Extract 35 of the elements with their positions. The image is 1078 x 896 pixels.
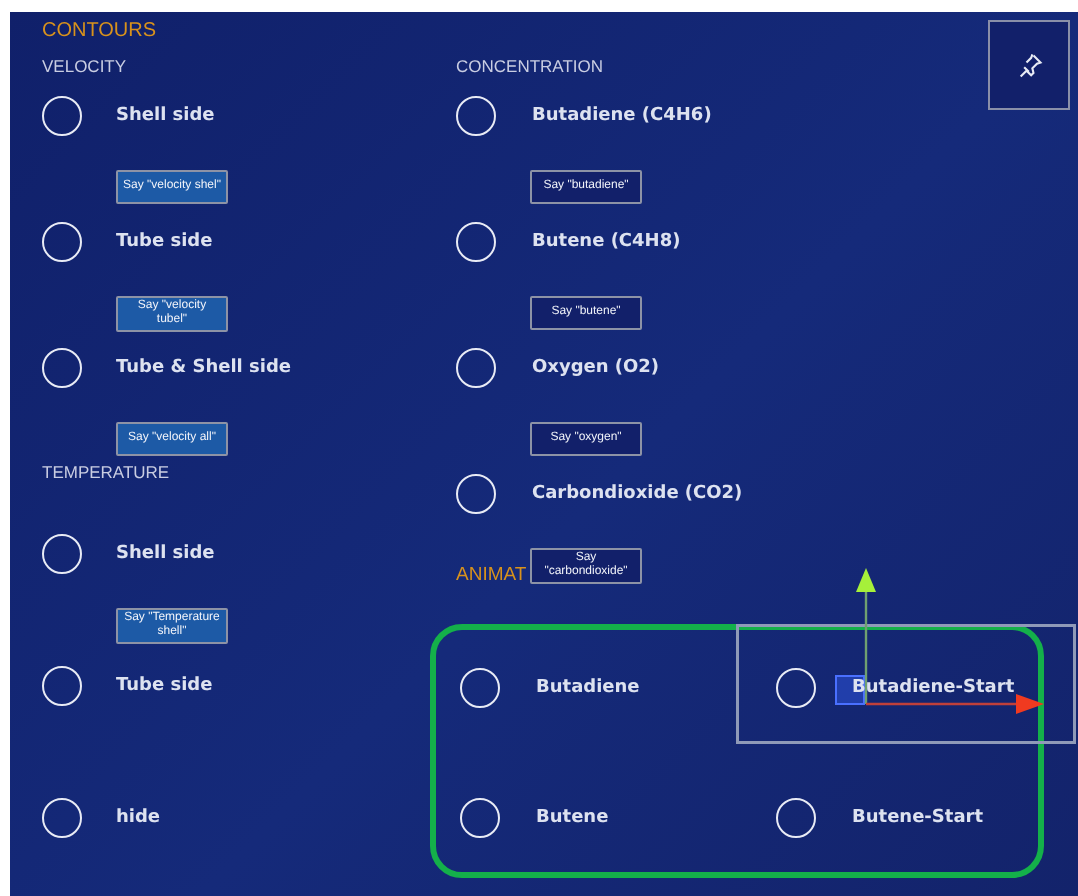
option-label: Butene-Start	[852, 808, 984, 828]
radio-button[interactable]	[42, 222, 82, 262]
option-label: Butadiene	[536, 678, 640, 698]
radio-button[interactable]	[42, 798, 82, 838]
radio-button[interactable]	[42, 534, 82, 574]
radio-button[interactable]	[776, 798, 816, 838]
radio-button[interactable]	[42, 666, 82, 706]
option-label: Oxygen (O2)	[532, 358, 660, 378]
radio-button[interactable]	[776, 668, 816, 708]
option-label: Butene	[536, 808, 609, 828]
radio-button[interactable]	[460, 798, 500, 838]
radio-button[interactable]	[42, 348, 82, 388]
radio-button[interactable]	[42, 96, 82, 136]
radio-button[interactable]	[456, 348, 496, 388]
radio-button[interactable]	[460, 668, 500, 708]
option-label: hide	[116, 808, 161, 828]
group-header: TEMPERATURE	[42, 462, 170, 482]
radio-button[interactable]	[456, 474, 496, 514]
option-label: Butene (C4H8)	[532, 232, 681, 252]
option-label: Shell side	[116, 544, 215, 564]
option-label: Shell side	[116, 106, 215, 126]
option-label: Tube side	[116, 676, 213, 696]
section-title: CONTOURS	[42, 20, 159, 44]
option-label: Tube side	[116, 232, 213, 252]
group-header: CONCENTRATION	[456, 56, 604, 76]
move-gizmo-drawing[interactable]	[736, 568, 1076, 744]
option-label: Tube & Shell side	[116, 358, 292, 378]
option-label: Carbondioxide (CO2)	[532, 484, 743, 504]
group-header: VELOCITY	[42, 56, 127, 76]
pin-button[interactable]	[988, 20, 1070, 110]
radio-button[interactable]	[456, 222, 496, 262]
section-title: ANIMAT	[456, 566, 527, 586]
option-label: Butadiene (C4H6)	[532, 106, 712, 126]
radio-button[interactable]	[456, 96, 496, 136]
pin-icon	[1015, 51, 1043, 79]
